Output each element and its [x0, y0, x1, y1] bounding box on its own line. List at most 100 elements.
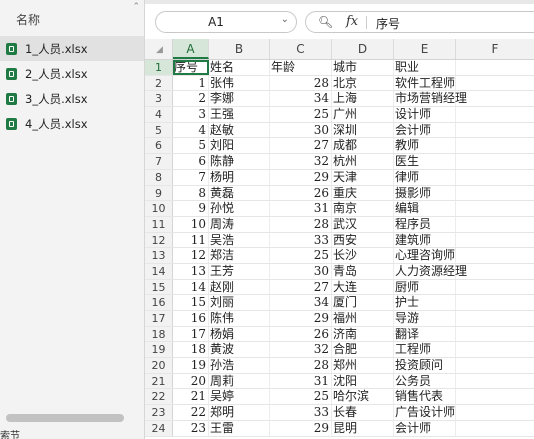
- cell-a[interactable]: 11: [173, 232, 209, 248]
- cell-b[interactable]: 陈静: [209, 154, 270, 169]
- cell-e[interactable]: 厨师: [394, 279, 456, 295]
- cell-d[interactable]: 广州: [332, 107, 394, 122]
- cell-b[interactable]: 刘阳: [209, 138, 270, 154]
- cell-e[interactable]: 翻译: [394, 326, 456, 342]
- column-header-e[interactable]: E: [394, 39, 456, 59]
- cell-e[interactable]: 心理咨询师: [394, 248, 456, 263]
- cell-f[interactable]: [456, 342, 534, 357]
- cell-a[interactable]: 15: [173, 295, 209, 310]
- column-header-b[interactable]: B: [209, 39, 270, 59]
- row-header[interactable]: 6: [145, 138, 173, 154]
- cell-c[interactable]: 33: [270, 405, 332, 420]
- cell-c[interactable]: 26: [270, 185, 332, 201]
- cell-e[interactable]: 人力资源经理: [394, 263, 467, 279]
- cell-a[interactable]: 20: [173, 373, 209, 389]
- cell-f[interactable]: [456, 201, 534, 216]
- cell-c[interactable]: 28: [270, 358, 332, 373]
- cell-d[interactable]: 城市: [332, 60, 394, 75]
- cell-a[interactable]: 16: [173, 311, 209, 326]
- select-all-corner[interactable]: ◢: [145, 39, 173, 59]
- cell-d[interactable]: 北京: [332, 75, 394, 91]
- cell-e[interactable]: 护士: [394, 295, 456, 310]
- cell-e[interactable]: 销售代表: [394, 389, 456, 405]
- column-header-d[interactable]: D: [332, 39, 394, 59]
- cell-b[interactable]: 姓名: [209, 60, 270, 75]
- cell-c[interactable]: 34: [270, 91, 332, 107]
- cell-a[interactable]: 12: [173, 248, 209, 263]
- cell-f[interactable]: [456, 107, 534, 122]
- cell-d[interactable]: 昆明: [332, 420, 394, 436]
- cell-c[interactable]: 25: [270, 107, 332, 122]
- file-item[interactable]: 1_人员.xlsx: [0, 36, 144, 61]
- cell-b[interactable]: 郑洁: [209, 248, 270, 263]
- cell-b[interactable]: 黄磊: [209, 185, 270, 201]
- cell-f[interactable]: [456, 91, 534, 106]
- cell-a[interactable]: 10: [173, 216, 209, 232]
- cell-f[interactable]: [456, 138, 534, 153]
- cell-d[interactable]: 青岛: [332, 263, 394, 279]
- cell-a[interactable]: 21: [173, 389, 209, 405]
- cell-c[interactable]: 28: [270, 75, 332, 91]
- cell-e[interactable]: 市场营销经理: [394, 91, 467, 107]
- cell-f[interactable]: [456, 358, 534, 373]
- cell-e[interactable]: 软件工程师: [394, 75, 456, 91]
- cell-c[interactable]: 30: [270, 122, 332, 138]
- explorer-header[interactable]: 名称 ⌃: [0, 0, 144, 36]
- cell-c[interactable]: 30: [270, 263, 332, 279]
- cell-d[interactable]: 长沙: [332, 248, 394, 263]
- cell-c[interactable]: 25: [270, 248, 332, 263]
- cell-e[interactable]: 会计师: [394, 420, 456, 436]
- cell-f[interactable]: [456, 60, 534, 75]
- zoom-icon[interactable]: 🔍︎: [318, 15, 333, 29]
- cell-a[interactable]: 23: [173, 420, 209, 436]
- cell-b[interactable]: 杨明: [209, 169, 270, 185]
- chevron-up-icon[interactable]: ⌃: [132, 2, 140, 12]
- cell-f[interactable]: [456, 389, 534, 404]
- cell-f[interactable]: [456, 154, 534, 169]
- cell-c[interactable]: 33: [270, 232, 332, 248]
- cell-d[interactable]: 成都: [332, 138, 394, 154]
- cell-b[interactable]: 王雷: [209, 420, 270, 436]
- cell-a[interactable]: 13: [173, 263, 209, 279]
- cell-d[interactable]: 哈尔滨: [332, 389, 394, 405]
- cell-c[interactable]: 29: [270, 169, 332, 185]
- row-header[interactable]: 18: [145, 326, 173, 342]
- cell-e[interactable]: 程序员: [394, 216, 456, 232]
- row-header[interactable]: 20: [145, 358, 173, 373]
- cell-c[interactable]: 32: [270, 154, 332, 169]
- cell-c[interactable]: 29: [270, 420, 332, 436]
- row-header[interactable]: 19: [145, 342, 173, 358]
- row-header[interactable]: 22: [145, 389, 173, 405]
- cell-f[interactable]: [456, 421, 534, 436]
- cell-b[interactable]: 吴浩: [209, 232, 270, 248]
- row-header[interactable]: 8: [145, 169, 173, 185]
- cell-f[interactable]: [456, 123, 534, 138]
- cell-e[interactable]: 教师: [394, 138, 456, 154]
- chevron-down-icon[interactable]: ⌄: [281, 14, 289, 25]
- cell-e[interactable]: 公务员: [394, 373, 456, 389]
- file-item[interactable]: 3_人员.xlsx: [0, 86, 144, 111]
- formula-value[interactable]: 序号: [376, 15, 400, 32]
- cell-b[interactable]: 李娜: [209, 91, 270, 107]
- cell-f[interactable]: [456, 374, 534, 389]
- cell-d[interactable]: 深圳: [332, 122, 394, 138]
- cell-e[interactable]: 医生: [394, 154, 456, 169]
- cell-b[interactable]: 郑明: [209, 405, 270, 420]
- cell-f[interactable]: [456, 405, 534, 420]
- cell-b[interactable]: 孙悦: [209, 201, 270, 216]
- cell-a[interactable]: 3: [173, 107, 209, 122]
- name-box[interactable]: A1 ⌄: [155, 11, 297, 33]
- cell-a[interactable]: 序号: [173, 60, 209, 75]
- cell-d[interactable]: 福州: [332, 311, 394, 326]
- row-header[interactable]: 3: [145, 91, 173, 107]
- row-header[interactable]: 9: [145, 185, 173, 201]
- cell-b[interactable]: 黄波: [209, 342, 270, 358]
- cell-b[interactable]: 刘丽: [209, 295, 270, 310]
- row-header[interactable]: 2: [145, 75, 173, 91]
- cell-e[interactable]: 设计师: [394, 107, 456, 122]
- row-header[interactable]: 16: [145, 295, 173, 310]
- cell-b[interactable]: 陈伟: [209, 311, 270, 326]
- name-column-header[interactable]: 名称: [16, 11, 40, 28]
- cell-b[interactable]: 吴婷: [209, 389, 270, 405]
- row-header[interactable]: 1: [145, 60, 173, 75]
